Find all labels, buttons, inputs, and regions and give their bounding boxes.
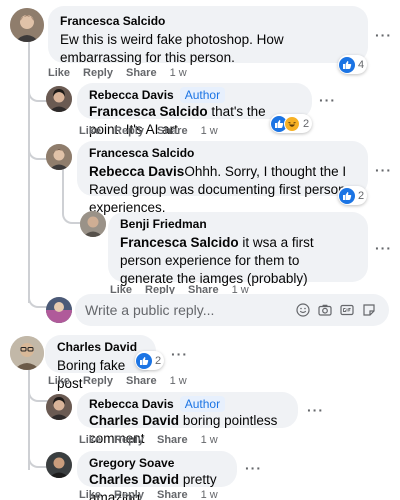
haha-icon xyxy=(284,115,300,132)
thread-line xyxy=(28,40,30,303)
more-options-icon[interactable]: ··· xyxy=(375,162,392,178)
reaction-summary[interactable]: 2 xyxy=(135,351,165,370)
like-button[interactable]: Like xyxy=(79,433,101,447)
mention-link[interactable]: Charles David xyxy=(89,472,179,487)
reply-button[interactable]: Reply xyxy=(83,374,113,388)
thread-elbow xyxy=(28,142,48,160)
mention-link[interactable]: Francesca Salcido xyxy=(89,104,208,119)
like-button[interactable]: Like xyxy=(48,374,70,388)
avatar[interactable] xyxy=(10,336,44,370)
reaction-summary[interactable]: 2 xyxy=(338,186,368,205)
thread-elbow xyxy=(28,84,48,102)
avatar-image xyxy=(80,211,106,237)
share-button[interactable]: Share xyxy=(157,124,188,138)
comment-actions: Like Reply Share 1 w xyxy=(79,488,218,500)
avatar[interactable] xyxy=(46,452,72,478)
reply-input[interactable] xyxy=(85,302,285,318)
comment-author[interactable]: Francesca Salcido xyxy=(89,145,194,161)
reply-bubble: Francesca Salcido Rebecca DavisOhhh. Sor… xyxy=(77,141,368,215)
more-options-icon[interactable]: ··· xyxy=(307,402,324,418)
comment-bubble: Francesca Salcido Ew this is weird fake … xyxy=(48,6,368,65)
comment-author[interactable]: Charles David xyxy=(57,339,137,355)
avatar-image xyxy=(46,297,72,323)
share-button[interactable]: Share xyxy=(126,374,157,388)
like-icon xyxy=(339,187,355,204)
comment-author[interactable]: Rebecca Davis xyxy=(89,87,174,103)
like-button[interactable]: Like xyxy=(79,488,101,500)
comment-actions: Like Reply Share 1 w xyxy=(48,374,187,388)
avatar-image xyxy=(46,144,72,170)
avatar-image xyxy=(10,8,44,42)
more-options-icon[interactable]: ··· xyxy=(171,346,188,362)
reaction-summary[interactable]: 2 xyxy=(270,114,313,133)
timestamp[interactable]: 1 w xyxy=(201,124,218,138)
avatar-image xyxy=(46,86,72,112)
gif-icon[interactable] xyxy=(339,303,354,318)
comment-text: Ew this is weird fake photoshop. How emb… xyxy=(60,32,284,65)
comment-actions: Like Reply Share 1 w xyxy=(79,433,218,447)
reaction-count: 4 xyxy=(358,58,365,71)
comment-author[interactable]: Benji Friedman xyxy=(120,216,207,232)
timestamp[interactable]: 1 w xyxy=(201,433,218,447)
reaction-count: 2 xyxy=(358,189,365,202)
thread-elbow xyxy=(28,384,48,402)
like-button[interactable]: Like xyxy=(48,66,70,80)
share-button[interactable]: Share xyxy=(157,488,188,500)
more-options-icon[interactable]: ··· xyxy=(245,460,262,476)
avatar[interactable] xyxy=(80,211,106,237)
comment-actions: Like Reply Share 1 w xyxy=(79,124,218,138)
reply-bubble: Gregory Soave Charles David pretty amazi… xyxy=(77,451,237,500)
reaction-count: 2 xyxy=(303,117,310,130)
like-icon xyxy=(339,56,355,73)
reply-composer xyxy=(75,294,389,326)
avatar[interactable] xyxy=(46,394,72,420)
avatar-image xyxy=(10,336,44,370)
mention-link[interactable]: Francesca Salcido xyxy=(120,235,239,250)
more-options-icon[interactable]: ··· xyxy=(375,240,392,256)
comment-author[interactable]: Gregory Soave xyxy=(89,455,174,471)
thread-elbow xyxy=(28,440,48,468)
mention-link[interactable]: Charles David xyxy=(89,413,179,428)
reaction-count: 2 xyxy=(155,354,162,367)
timestamp[interactable]: 1 w xyxy=(201,488,218,500)
mention-link[interactable]: Rebecca Davis xyxy=(89,164,184,179)
avatar-image xyxy=(46,394,72,420)
reply-button[interactable]: Reply xyxy=(114,433,144,447)
thread-elbow xyxy=(62,208,80,224)
avatar[interactable] xyxy=(46,144,72,170)
reply-button[interactable]: Reply xyxy=(83,66,113,80)
share-button[interactable]: Share xyxy=(157,433,188,447)
current-user-avatar[interactable] xyxy=(46,297,72,323)
composer-tools xyxy=(295,303,376,318)
avatar[interactable] xyxy=(46,86,72,112)
like-icon xyxy=(136,352,152,369)
thread-elbow xyxy=(28,288,48,308)
comment-text: Rebecca DavisOhhh. Sorry, I thought the … xyxy=(89,163,356,217)
thread-line xyxy=(62,168,64,212)
comment-author[interactable]: Francesca Salcido xyxy=(60,13,165,29)
more-options-icon[interactable]: ··· xyxy=(375,27,392,43)
author-badge: Author xyxy=(179,396,226,412)
more-options-icon[interactable]: ··· xyxy=(319,92,336,108)
reply-button[interactable]: Reply xyxy=(114,488,144,500)
share-button[interactable]: Share xyxy=(126,66,157,80)
sticker-icon[interactable] xyxy=(361,303,376,318)
comment-author[interactable]: Rebecca Davis xyxy=(89,396,174,412)
reaction-summary[interactable]: 4 xyxy=(338,55,368,74)
timestamp[interactable]: 1 w xyxy=(170,374,187,388)
timestamp[interactable]: 1 w xyxy=(170,66,187,80)
like-button[interactable]: Like xyxy=(79,124,101,138)
reply-bubble: Rebecca Davis Author Charles David borin… xyxy=(77,392,298,446)
avatar-image xyxy=(46,452,72,478)
avatar[interactable] xyxy=(10,8,44,42)
emoji-icon[interactable] xyxy=(295,303,310,318)
comment-text: Francesca Salcido it wsa a first person … xyxy=(120,234,356,288)
reply-bubble: Benji Friedman Francesca Salcido it wsa … xyxy=(108,212,368,286)
comment-actions: Like Reply Share 1 w xyxy=(48,66,187,80)
author-badge: Author xyxy=(179,87,226,103)
reply-button[interactable]: Reply xyxy=(114,124,144,138)
camera-icon[interactable] xyxy=(317,303,332,318)
